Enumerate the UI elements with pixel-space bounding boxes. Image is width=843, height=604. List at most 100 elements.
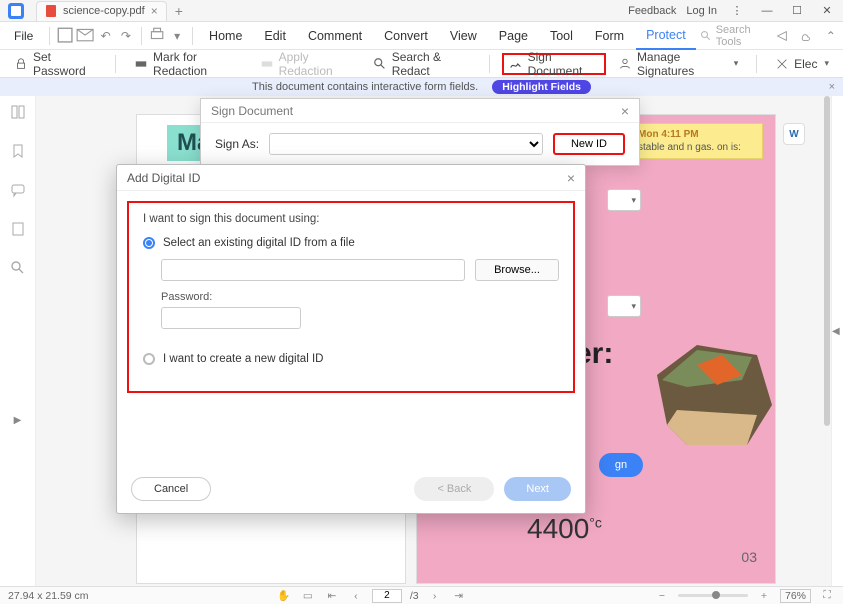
sign-document-dialog: Sign Document × Sign As: New ID [200,98,640,166]
option-existing-id[interactable]: Select an existing digital ID from a fil… [143,237,559,249]
menu-page[interactable]: Page [489,22,538,50]
zoom-value: 76% [780,589,811,603]
menu-edit[interactable]: Edit [254,22,296,50]
manage-signatures-button[interactable]: Manage Signatures▾ [612,53,744,75]
bookmarks-icon[interactable] [10,143,26,162]
vertical-scrollbar[interactable] [823,96,831,586]
app-icon [0,0,32,22]
sticky-text: stable and n gas. on is: [638,141,758,154]
zoom-slider[interactable] [678,594,748,597]
tab-title: science-copy.pdf [63,5,145,17]
first-page-icon[interactable]: ⇤ [324,590,340,602]
titlebar: science-copy.pdf × + Feedback Log In ⋮ —… [0,0,843,22]
zoom-in-icon[interactable]: + [756,590,772,602]
print-dropdown-icon[interactable]: ▾ [168,25,186,47]
menu-form[interactable]: Form [585,22,634,50]
page-number: 03 [741,549,757,565]
menu-tool[interactable]: Tool [540,22,583,50]
share-icon[interactable] [773,26,790,46]
redo-icon[interactable]: ↷ [117,25,135,47]
maximize-button[interactable]: ☐ [787,1,807,21]
select-tool-icon[interactable]: ▭ [300,590,316,602]
search-redact-button[interactable]: Search & Redact [367,53,477,75]
form-dropdown-2[interactable]: ▾ [607,295,641,317]
save-icon[interactable] [56,25,74,47]
protect-toolbar: Set Password Mark for Redaction Apply Re… [0,50,843,78]
right-sidebar: ◀ [831,96,843,586]
addid-close-icon[interactable]: × [567,170,575,186]
print-icon[interactable] [148,25,166,47]
radio-new-icon [143,353,155,365]
apply-redaction-button: Apply Redaction [254,53,361,75]
sticky-note[interactable]: Mon 4:11 PM stable and n gas. on is: [633,123,763,159]
hand-tool-icon[interactable]: ✋ [276,589,292,602]
sign-as-select[interactable] [269,133,543,155]
feedback-link[interactable]: Feedback [628,5,676,17]
option-new-id[interactable]: I want to create a new digital ID [143,353,559,365]
cancel-button[interactable]: Cancel [131,477,211,501]
expand-left-icon[interactable]: ▶ [14,415,22,426]
page-number-input[interactable] [372,589,402,603]
word-export-icon[interactable]: W [783,123,805,145]
new-id-button[interactable]: New ID [553,133,625,155]
search-icon [700,30,712,42]
password-input[interactable] [161,307,301,329]
next-page-icon[interactable]: › [427,590,443,602]
sign-field-button[interactable]: gn [599,453,643,477]
form-fields-infobar: This document contains interactive form … [0,78,843,96]
menu-home[interactable]: Home [199,22,252,50]
new-tab-button[interactable]: + [175,3,183,19]
rock-illustration [647,325,777,455]
mark-redaction-button[interactable]: Mark for Redaction [128,53,248,75]
next-button[interactable]: Next [504,477,571,501]
password-label: Password: [161,291,559,303]
infobar-text: This document contains interactive form … [252,81,478,93]
browse-button[interactable]: Browse... [475,259,559,281]
highlight-fields-button[interactable]: Highlight Fields [492,80,591,94]
undo-icon[interactable]: ↶ [97,25,115,47]
minimize-button[interactable]: — [757,1,777,21]
id-file-input[interactable] [161,259,465,281]
sign-dialog-close-icon[interactable]: × [621,103,629,119]
left-sidebar: ▶ [0,96,36,586]
menu-view[interactable]: View [440,22,487,50]
pdf-icon [45,5,57,17]
thumbnails-icon[interactable] [10,104,26,123]
page-dimensions: 27.94 x 21.59 cm [8,590,89,602]
set-password-button[interactable]: Set Password [8,53,103,75]
infobar-close-icon[interactable]: × [829,81,835,93]
close-tab-icon[interactable]: × [151,4,158,18]
mail-icon[interactable] [76,25,94,47]
search-panel-icon[interactable] [10,260,26,279]
sign-dialog-title: Sign Document [211,104,293,118]
menu-dots-icon[interactable]: ⋮ [727,1,747,21]
zoom-out-icon[interactable]: − [654,590,670,602]
temperature-value: 4400°c [527,513,602,546]
addid-options-group: I want to sign this document using: Sele… [127,201,575,393]
sign-as-label: Sign As: [215,137,259,151]
cloud-icon[interactable] [798,26,815,46]
menu-comment[interactable]: Comment [298,22,372,50]
last-page-icon[interactable]: ⇥ [451,590,467,602]
collapse-ribbon-icon[interactable]: ⌃ [822,26,839,46]
search-tools[interactable]: Search Tools [700,24,766,48]
menu-convert[interactable]: Convert [374,22,438,50]
document-tab[interactable]: science-copy.pdf × [36,1,167,21]
prev-page-icon[interactable]: ‹ [348,590,364,602]
menu-protect[interactable]: Protect [636,22,696,50]
addid-prompt: I want to sign this document using: [143,213,559,225]
back-button: < Back [414,477,494,501]
close-window-button[interactable]: ✕ [817,1,837,21]
expand-right-icon[interactable]: ◀ [832,326,840,337]
electronic-sign-button[interactable]: Elec▾ [769,53,835,75]
login-link[interactable]: Log In [686,5,717,17]
fit-page-icon[interactable]: ⛶ [819,589,835,602]
comments-icon[interactable] [10,182,26,201]
file-menu[interactable]: File [4,29,43,43]
sticky-timestamp: Mon 4:11 PM [638,128,758,141]
attachments-icon[interactable] [10,221,26,240]
radio-existing-icon [143,237,155,249]
form-dropdown-1[interactable]: ▾ [607,189,641,211]
statusbar: 27.94 x 21.59 cm ✋ ▭ ⇤ ‹ /3 › ⇥ − + 76% … [0,586,843,604]
sign-document-button[interactable]: Sign Document [502,53,606,75]
